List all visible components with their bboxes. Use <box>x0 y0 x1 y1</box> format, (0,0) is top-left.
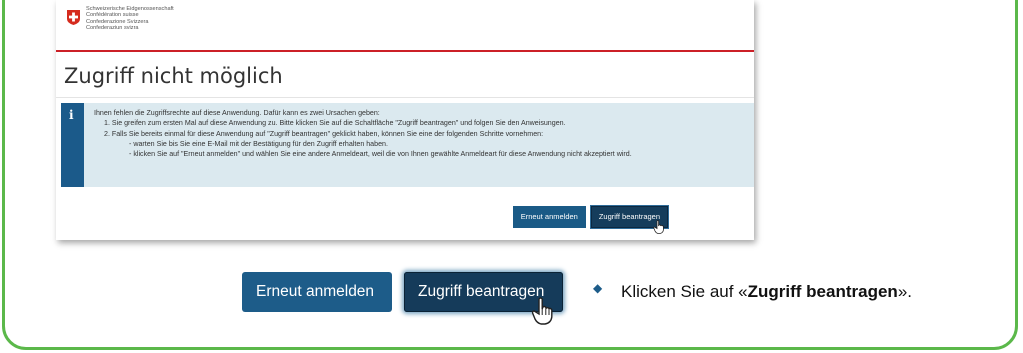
relogin-button[interactable]: Erneut anmelden <box>512 206 586 228</box>
info-sidebar: i <box>61 103 84 187</box>
hand-pointer-icon <box>531 297 553 325</box>
action-buttons: Erneut anmelden Zugriff beantragen <box>508 206 668 228</box>
info-icon: i <box>69 108 74 122</box>
relogin-button-zoom[interactable]: Erneut anmelden <box>242 272 392 312</box>
page-title: Zugriff nicht möglich <box>64 64 283 88</box>
info-intro: Ihnen fehlen die Zugriffsrechte auf dies… <box>94 109 380 117</box>
header-divider <box>56 50 754 52</box>
info-text: Ihnen fehlen die Zugriffsrechte auf dies… <box>94 108 632 159</box>
info-sub-1: - warten Sie bis Sie eine E-Mail mit der… <box>129 139 388 148</box>
screenshot-card: Schweizerische Eidgenossenschaft Confédé… <box>56 0 754 240</box>
info-box: i Ihnen fehlen die Zugriffsrechte auf di… <box>61 103 754 187</box>
diamond-bullet-icon: ◆ <box>593 281 603 295</box>
title-divider <box>56 97 754 98</box>
hand-pointer-icon <box>653 220 664 234</box>
instruction-text: Klicken Sie auf «Zugriff beantragen». <box>621 282 912 301</box>
info-sub-2: - klicken Sie auf "Erneut anmelden" und … <box>129 150 632 159</box>
gov-header: Schweizerische Eidgenossenschaft Confédé… <box>56 0 754 52</box>
info-item-1: 1. Sie greifen zum ersten Mal auf diese … <box>104 119 566 128</box>
gov-name: Schweizerische Eidgenossenschaft Confédé… <box>86 6 174 32</box>
swiss-cross-icon <box>67 10 80 25</box>
info-item-2: 2. Falls Sie bereits einmal für diese An… <box>104 129 544 138</box>
